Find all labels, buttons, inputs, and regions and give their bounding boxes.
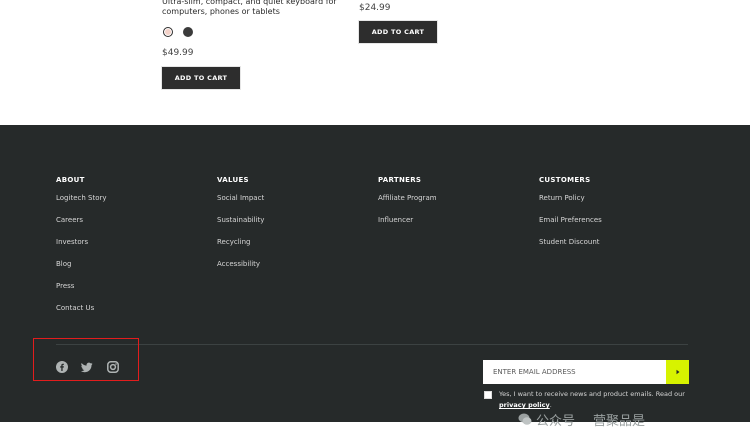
footer-link[interactable]: Contact Us [56, 304, 107, 326]
color-swatch-graphite[interactable] [183, 27, 193, 37]
site-footer: ABOUT Logitech Story Careers Investors B… [0, 125, 750, 429]
footer-column-customers: CUSTOMERS Return Policy Email Preference… [539, 176, 602, 260]
footer-link[interactable]: Recycling [217, 238, 264, 260]
watermark: 公众号 营聚品是 [518, 412, 646, 429]
watermark-text-right: 营聚品是 [593, 413, 646, 429]
consent-end: . [549, 401, 552, 409]
footer-link[interactable]: Logitech Story [56, 194, 107, 216]
product-description: Ultra-slim, compact, and quiet keyboard … [162, 0, 337, 16]
footer-column-values: VALUES Social Impact Sustainability Recy… [217, 176, 264, 282]
footer-link[interactable]: Press [56, 282, 107, 304]
add-to-cart-button[interactable]: ADD TO CART [358, 20, 438, 44]
footer-link[interactable]: Careers [56, 216, 107, 238]
footer-column-title: VALUES [217, 176, 249, 184]
footer-column-title: ABOUT [56, 176, 85, 184]
newsletter-checkbox[interactable] [484, 391, 492, 399]
add-to-cart-button[interactable]: ADD TO CART [161, 66, 241, 90]
footer-link[interactable]: Investors [56, 238, 107, 260]
footer-column-partners: PARTNERS Affiliate Program Influencer [378, 176, 437, 238]
footer-divider [56, 344, 688, 345]
footer-link[interactable]: Influencer [378, 216, 437, 238]
annotation-highlight-box [33, 338, 139, 381]
product-price: $24.99 [359, 3, 391, 13]
email-submit-button[interactable] [666, 360, 689, 384]
product-price: $49.99 [162, 48, 194, 58]
arrow-right-icon [676, 369, 679, 375]
footer-column-title: PARTNERS [378, 176, 422, 184]
footer-link[interactable]: Sustainability [217, 216, 264, 238]
footer-link[interactable]: Social Impact [217, 194, 264, 216]
footer-column-title: CUSTOMERS [539, 176, 591, 184]
footer-column-about: ABOUT Logitech Story Careers Investors B… [56, 176, 107, 326]
newsletter-consent: Yes, I want to receive news and product … [499, 389, 689, 411]
watermark-text-left: 公众号 [536, 413, 576, 429]
footer-link[interactable]: Return Policy [539, 194, 602, 216]
color-swatch-rose[interactable] [163, 27, 173, 37]
email-input[interactable]: ENTER EMAIL ADDRESS [483, 360, 666, 384]
product-listing: Ultra-slim, compact, and quiet keyboard … [0, 0, 750, 125]
privacy-policy-link[interactable]: privacy policy [499, 401, 550, 409]
footer-link[interactable]: Student Discount [539, 238, 602, 260]
consent-text: Yes, I want to receive news and product … [499, 390, 685, 398]
footer-link[interactable]: Email Preferences [539, 216, 602, 238]
footer-link[interactable]: Blog [56, 260, 107, 282]
footer-link[interactable]: Accessibility [217, 260, 264, 282]
wechat-icon [518, 413, 532, 425]
footer-link[interactable]: Affiliate Program [378, 194, 437, 216]
